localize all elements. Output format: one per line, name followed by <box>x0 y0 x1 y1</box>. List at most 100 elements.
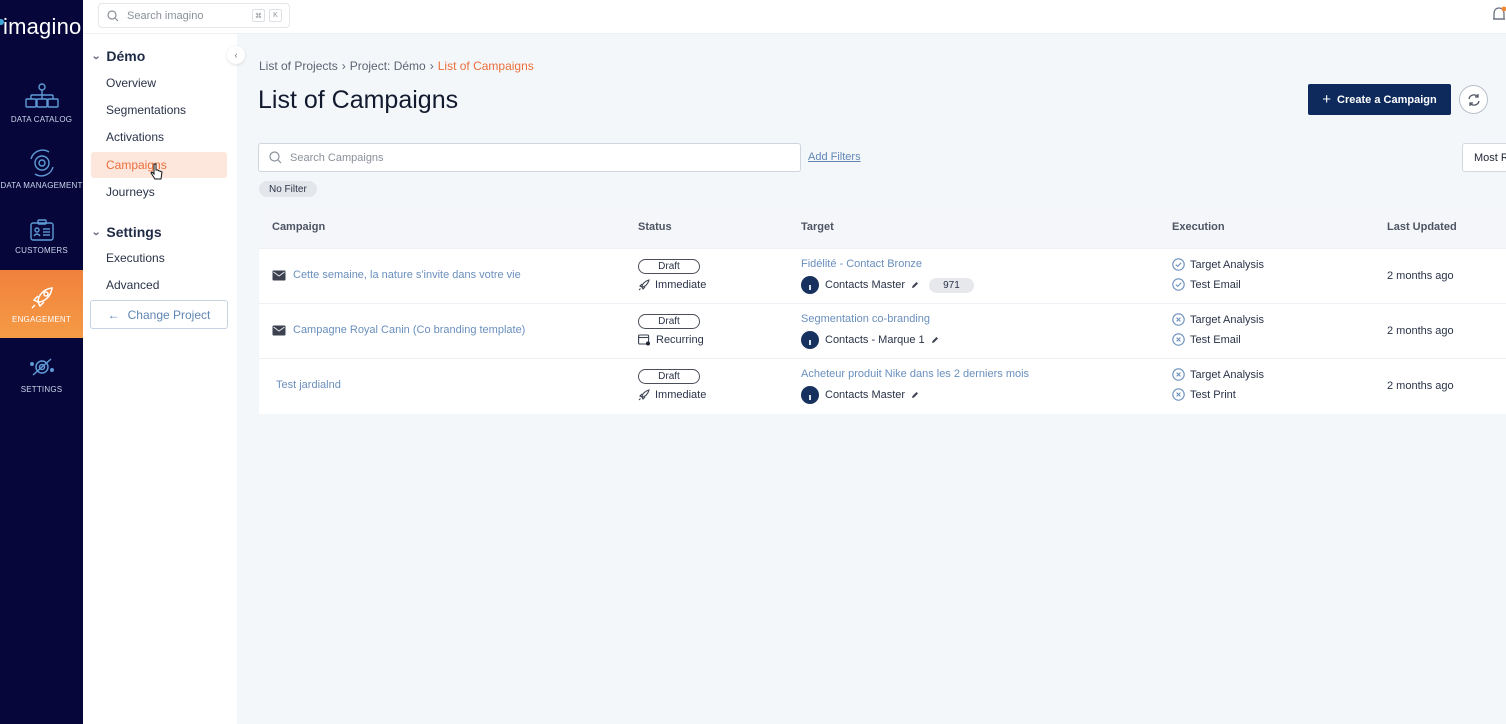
database-avatar <box>801 276 819 294</box>
top-bar: Search imagino ⌘ K <box>83 0 1506 34</box>
target-database: Contacts - Marque 1 <box>801 331 939 349</box>
email-icon <box>272 325 286 335</box>
breadcrumb-list-of-projects[interactable]: List of Projects <box>259 59 338 73</box>
schedule-mode: Immediate <box>638 389 706 401</box>
menu-item-executions[interactable]: Executions <box>91 245 227 271</box>
execution-label: Target Analysis <box>1190 258 1264 271</box>
execution-label: Test Email <box>1190 333 1241 346</box>
menu-item-overview[interactable]: Overview <box>91 70 227 96</box>
change-project-label: Change Project <box>127 307 211 322</box>
search-campaigns-field <box>258 143 801 172</box>
execution-item: Test Email <box>1172 278 1241 291</box>
rail-item-settings[interactable]: SETTINGS <box>0 340 83 406</box>
menu-item-journeys[interactable]: Journeys <box>91 179 227 205</box>
database-avatar <box>801 386 819 404</box>
menu-item-label: Advanced <box>106 278 160 292</box>
status-badge: Draft <box>638 314 700 329</box>
search-icon <box>107 9 119 21</box>
page-title: List of Campaigns <box>258 86 459 114</box>
target-count-badge: 971 <box>929 277 974 293</box>
rocket-icon <box>30 286 53 309</box>
chevron-down-icon: ⌄ <box>91 50 102 62</box>
execution-item: Test Print <box>1172 388 1236 401</box>
table-row[interactable]: Test jardialnd Draft Immediate Acheteur … <box>259 359 1506 414</box>
edit-pencil-icon[interactable] <box>911 391 919 399</box>
schedule-mode: Immediate <box>638 279 706 291</box>
breadcrumb-current: List of Campaigns <box>437 59 534 73</box>
rail-item-engagement[interactable]: ENGAGEMENT <box>0 270 83 338</box>
filter-chip[interactable]: No Filter <box>259 181 317 197</box>
schedule-mode-label: Immediate <box>655 279 707 291</box>
campaign-name-link[interactable]: Campagne Royal Canin (Co branding templa… <box>272 324 525 336</box>
menu-item-label: Activations <box>106 130 165 144</box>
create-campaign-button[interactable]: + Create a Campaign <box>1308 84 1451 115</box>
check-circle-icon <box>1172 278 1185 291</box>
campaign-name-link[interactable]: Cette semaine, la nature s'invite dans v… <box>272 269 521 281</box>
shortcut-key-k: K <box>269 9 282 22</box>
app-logo[interactable]: imagino <box>0 14 83 40</box>
campaign-name-link[interactable]: Test jardialnd <box>276 379 341 391</box>
rail-item-data-management[interactable]: DATA MANAGEMENT <box>0 136 83 202</box>
menu-item-segmentations[interactable]: Segmentations <box>91 97 227 123</box>
column-header-target[interactable]: Target <box>801 221 834 233</box>
last-updated: 2 months ago <box>1387 270 1454 282</box>
breadcrumb-separator: › <box>429 59 434 73</box>
collapse-menu-button[interactable]: ‹ <box>227 46 245 64</box>
x-circle-icon <box>1172 388 1185 401</box>
refresh-icon <box>1467 93 1480 106</box>
table-header: Campaign Status Target Execution Last Up… <box>259 207 1506 249</box>
edit-pencil-icon[interactable] <box>931 336 939 344</box>
column-header-status[interactable]: Status <box>638 221 672 233</box>
menu-group-title: Démo <box>106 48 146 64</box>
schedule-mode-label: Immediate <box>655 389 707 401</box>
column-header-execution[interactable]: Execution <box>1172 221 1225 233</box>
rail-item-data-catalog[interactable]: DATA CATALOG <box>0 70 83 136</box>
filter-chip-label: No Filter <box>269 183 307 195</box>
search-campaigns-input[interactable] <box>290 151 770 164</box>
target-segment-link[interactable]: Segmentation co-branding <box>801 313 930 325</box>
execution-item: Target Analysis <box>1172 258 1264 271</box>
schedule-mode-label: Recurring <box>656 334 704 346</box>
target-segment-link[interactable]: Acheteur produit Nike dans les 2 dernier… <box>801 368 1029 380</box>
change-project-button[interactable]: ← Change Project <box>90 300 228 329</box>
table-row[interactable]: Campagne Royal Canin (Co branding templa… <box>259 304 1506 359</box>
arrow-left-icon: ← <box>107 307 120 322</box>
sort-label: Most Recent <box>1474 151 1506 164</box>
notification-bell-icon[interactable] <box>1492 6 1506 24</box>
x-circle-icon <box>1172 313 1185 326</box>
target-segment-link[interactable]: Fidélité - Contact Bronze <box>801 258 922 270</box>
main-content: List of Projects › Project: Démo › List … <box>237 34 1506 724</box>
rail-item-label: DATA CATALOG <box>10 114 73 124</box>
campaigns-table: Campaign Status Target Execution Last Up… <box>259 207 1506 414</box>
x-circle-icon <box>1172 368 1185 381</box>
rail-item-label: SETTINGS <box>20 384 63 394</box>
breadcrumb-project[interactable]: Project: Démo <box>350 59 426 73</box>
global-search-input[interactable]: Search imagino ⌘ K <box>98 3 290 28</box>
execution-label: Target Analysis <box>1190 313 1264 326</box>
column-header-campaign[interactable]: Campaign <box>272 221 325 233</box>
breadcrumb: List of Projects › Project: Démo › List … <box>259 59 534 73</box>
column-header-last-updated[interactable]: Last Updated <box>1387 221 1457 233</box>
menu-group-demo[interactable]: ⌄ Démo <box>91 48 146 64</box>
target-database-name: Contacts - Marque 1 <box>825 334 925 346</box>
rail-item-customers[interactable]: CUSTOMERS <box>0 203 83 269</box>
status-badge: Draft <box>638 369 700 384</box>
menu-item-activations[interactable]: Activations <box>91 124 227 150</box>
menu-item-advanced[interactable]: Advanced <box>91 272 227 298</box>
menu-group-settings[interactable]: ⌄ Settings <box>91 224 161 240</box>
rocket-icon <box>638 279 650 291</box>
menu-item-label: Overview <box>106 76 157 90</box>
table-row[interactable]: Cette semaine, la nature s'invite dans v… <box>259 249 1506 304</box>
global-search-placeholder: Search imagino <box>127 9 204 22</box>
target-database-name: Contacts Master <box>825 389 906 401</box>
refresh-button[interactable] <box>1459 85 1488 114</box>
edit-pencil-icon[interactable] <box>911 281 919 289</box>
search-icon <box>269 151 282 164</box>
campaign-name: Test jardialnd <box>276 379 341 391</box>
add-filters-link[interactable]: Add Filters <box>808 151 861 163</box>
rail-item-label: CUSTOMERS <box>15 245 68 255</box>
sort-dropdown[interactable]: Most Recent <box>1462 143 1506 172</box>
project-side-menu: ‹ ⌄ Démo Overview Segmentations Activati… <box>83 34 245 724</box>
shortcut-key-cmd: ⌘ <box>252 9 265 22</box>
execution-label: Test Print <box>1190 388 1236 401</box>
